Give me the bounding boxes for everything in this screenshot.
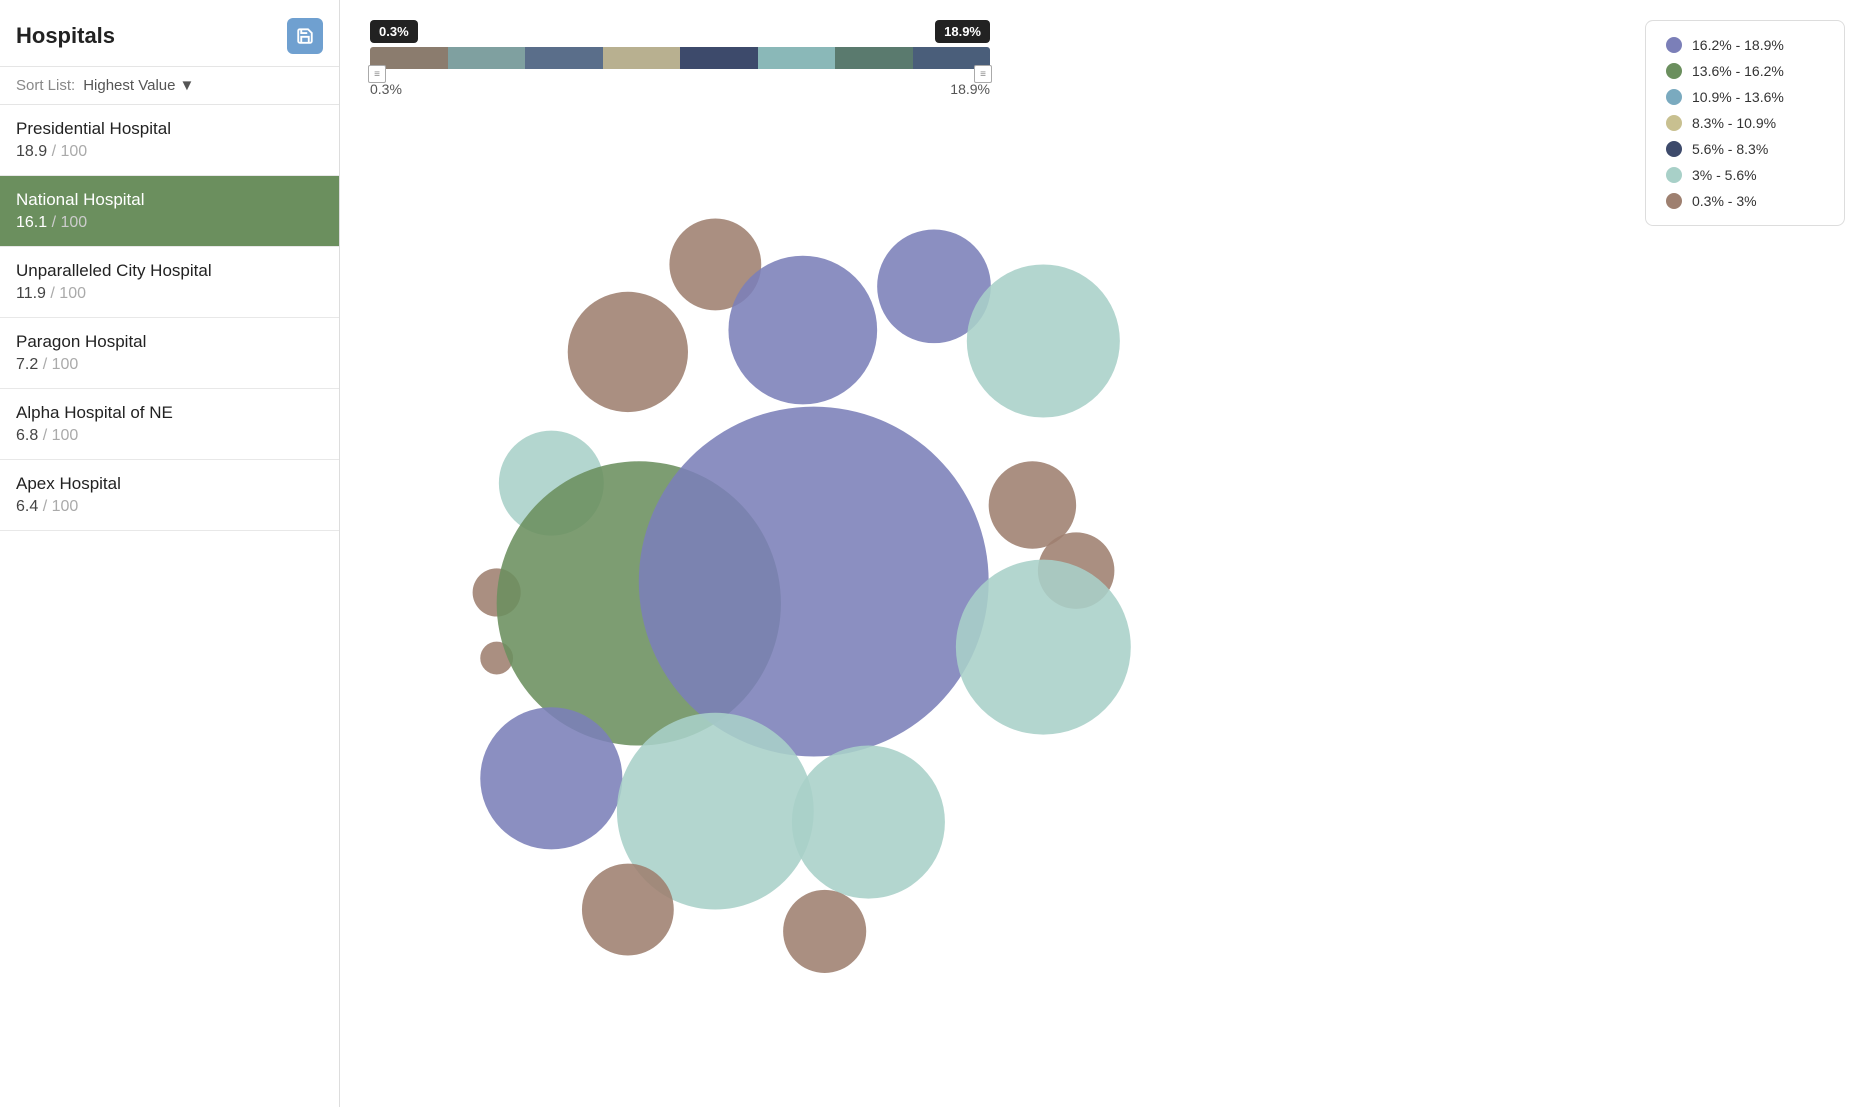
legend-item: 16.2% - 18.9%	[1666, 37, 1824, 53]
bubble	[480, 707, 622, 849]
bubble	[639, 407, 989, 757]
hospital-score: 6.4 / 100	[16, 498, 323, 516]
legend-item: 3% - 5.6%	[1666, 167, 1824, 183]
bubble	[728, 256, 877, 405]
range-segment	[525, 47, 603, 69]
hospital-score: 18.9 / 100	[16, 143, 323, 161]
legend-label: 5.6% - 8.3%	[1692, 141, 1768, 157]
hospital-score: 16.1 / 100	[16, 214, 323, 232]
bubble	[783, 890, 866, 973]
range-track-container[interactable]: ≡ ≡	[370, 47, 990, 75]
sort-label: Sort List:	[16, 77, 75, 94]
bubble	[480, 642, 513, 675]
legend-dot	[1666, 115, 1682, 131]
range-labels-bottom: 0.3% 18.9%	[370, 81, 990, 97]
legend-label: 3% - 5.6%	[1692, 167, 1757, 183]
legend: 16.2% - 18.9% 13.6% - 16.2% 10.9% - 13.6% 8…	[1645, 20, 1845, 226]
hospital-name: Apex Hospital	[16, 474, 323, 494]
hospital-item[interactable]: Presidential Hospital 18.9 / 100	[0, 105, 339, 176]
legend-label: 13.6% - 16.2%	[1692, 63, 1784, 79]
range-segment	[835, 47, 913, 69]
legend-item: 13.6% - 16.2%	[1666, 63, 1824, 79]
range-bottom-max: 18.9%	[950, 81, 990, 97]
bubble-svg	[370, 177, 1170, 997]
legend-dot	[1666, 63, 1682, 79]
range-min-bubble: 0.3%	[370, 20, 418, 43]
hospital-name: Alpha Hospital of NE	[16, 403, 323, 423]
legend-dot	[1666, 193, 1682, 209]
legend-dot	[1666, 89, 1682, 105]
bubble	[499, 431, 604, 536]
range-max-bubble: 18.9%	[935, 20, 990, 43]
bubble	[989, 461, 1076, 548]
range-segment	[758, 47, 836, 69]
range-labels-top: 0.3% 18.9%	[370, 20, 990, 43]
legend-item: 5.6% - 8.3%	[1666, 141, 1824, 157]
bubble	[669, 219, 761, 311]
bubble	[568, 292, 688, 412]
sidebar-header: Hospitals	[0, 0, 339, 67]
hospital-score: 11.9 / 100	[16, 285, 323, 303]
hospital-item[interactable]: Unparalleled City Hospital 11.9 / 100	[0, 247, 339, 318]
bubble	[473, 568, 521, 616]
range-segment	[603, 47, 681, 69]
range-track	[370, 47, 990, 69]
legend-dot	[1666, 37, 1682, 53]
bubble	[967, 264, 1120, 417]
legend-label: 16.2% - 18.9%	[1692, 37, 1784, 53]
sort-dropdown[interactable]: Highest Value ▼	[83, 77, 194, 94]
range-segment	[680, 47, 758, 69]
legend-dot	[1666, 167, 1682, 183]
hospital-name: National Hospital	[16, 190, 323, 210]
bubble	[877, 229, 991, 343]
legend-item: 0.3% - 3%	[1666, 193, 1824, 209]
hospital-name: Paragon Hospital	[16, 332, 323, 352]
range-bottom-min: 0.3%	[370, 81, 402, 97]
bubble	[582, 864, 674, 956]
legend-item: 10.9% - 13.6%	[1666, 89, 1824, 105]
hospital-score: 7.2 / 100	[16, 356, 323, 374]
bubble-chart	[370, 117, 1845, 1087]
bubble	[1038, 532, 1115, 609]
legend-label: 8.3% - 10.9%	[1692, 115, 1776, 131]
sidebar: Hospitals Sort List: Highest Value ▼ Pre…	[0, 0, 340, 1107]
legend-dot	[1666, 141, 1682, 157]
range-segment	[448, 47, 526, 69]
hospital-item[interactable]: Paragon Hospital 7.2 / 100	[0, 318, 339, 389]
sort-row: Sort List: Highest Value ▼	[0, 67, 339, 105]
main-content: 0.3% 18.9% ≡ ≡ 0.3% 18.9% 16.2% - 18.9%1…	[340, 0, 1875, 1107]
range-handle-right[interactable]: ≡	[974, 65, 992, 83]
hospital-score: 6.8 / 100	[16, 427, 323, 445]
range-handle-left[interactable]: ≡	[368, 65, 386, 83]
range-slider-container: 0.3% 18.9% ≡ ≡ 0.3% 18.9%	[370, 20, 990, 97]
bubble	[956, 560, 1131, 735]
legend-label: 10.9% - 13.6%	[1692, 89, 1784, 105]
bubble	[617, 713, 814, 910]
hospital-item[interactable]: National Hospital 16.1 / 100	[0, 176, 339, 247]
hospital-item[interactable]: Apex Hospital 6.4 / 100	[0, 460, 339, 531]
hospital-item[interactable]: Alpha Hospital of NE 6.8 / 100	[0, 389, 339, 460]
sidebar-title: Hospitals	[16, 23, 115, 49]
legend-label: 0.3% - 3%	[1692, 193, 1757, 209]
hospital-list: Presidential Hospital 18.9 / 100 National …	[0, 105, 339, 1107]
bubble	[497, 461, 781, 745]
hospital-name: Presidential Hospital	[16, 119, 323, 139]
hospital-name: Unparalleled City Hospital	[16, 261, 323, 281]
bubble	[792, 746, 945, 899]
save-button[interactable]	[287, 18, 323, 54]
legend-item: 8.3% - 10.9%	[1666, 115, 1824, 131]
